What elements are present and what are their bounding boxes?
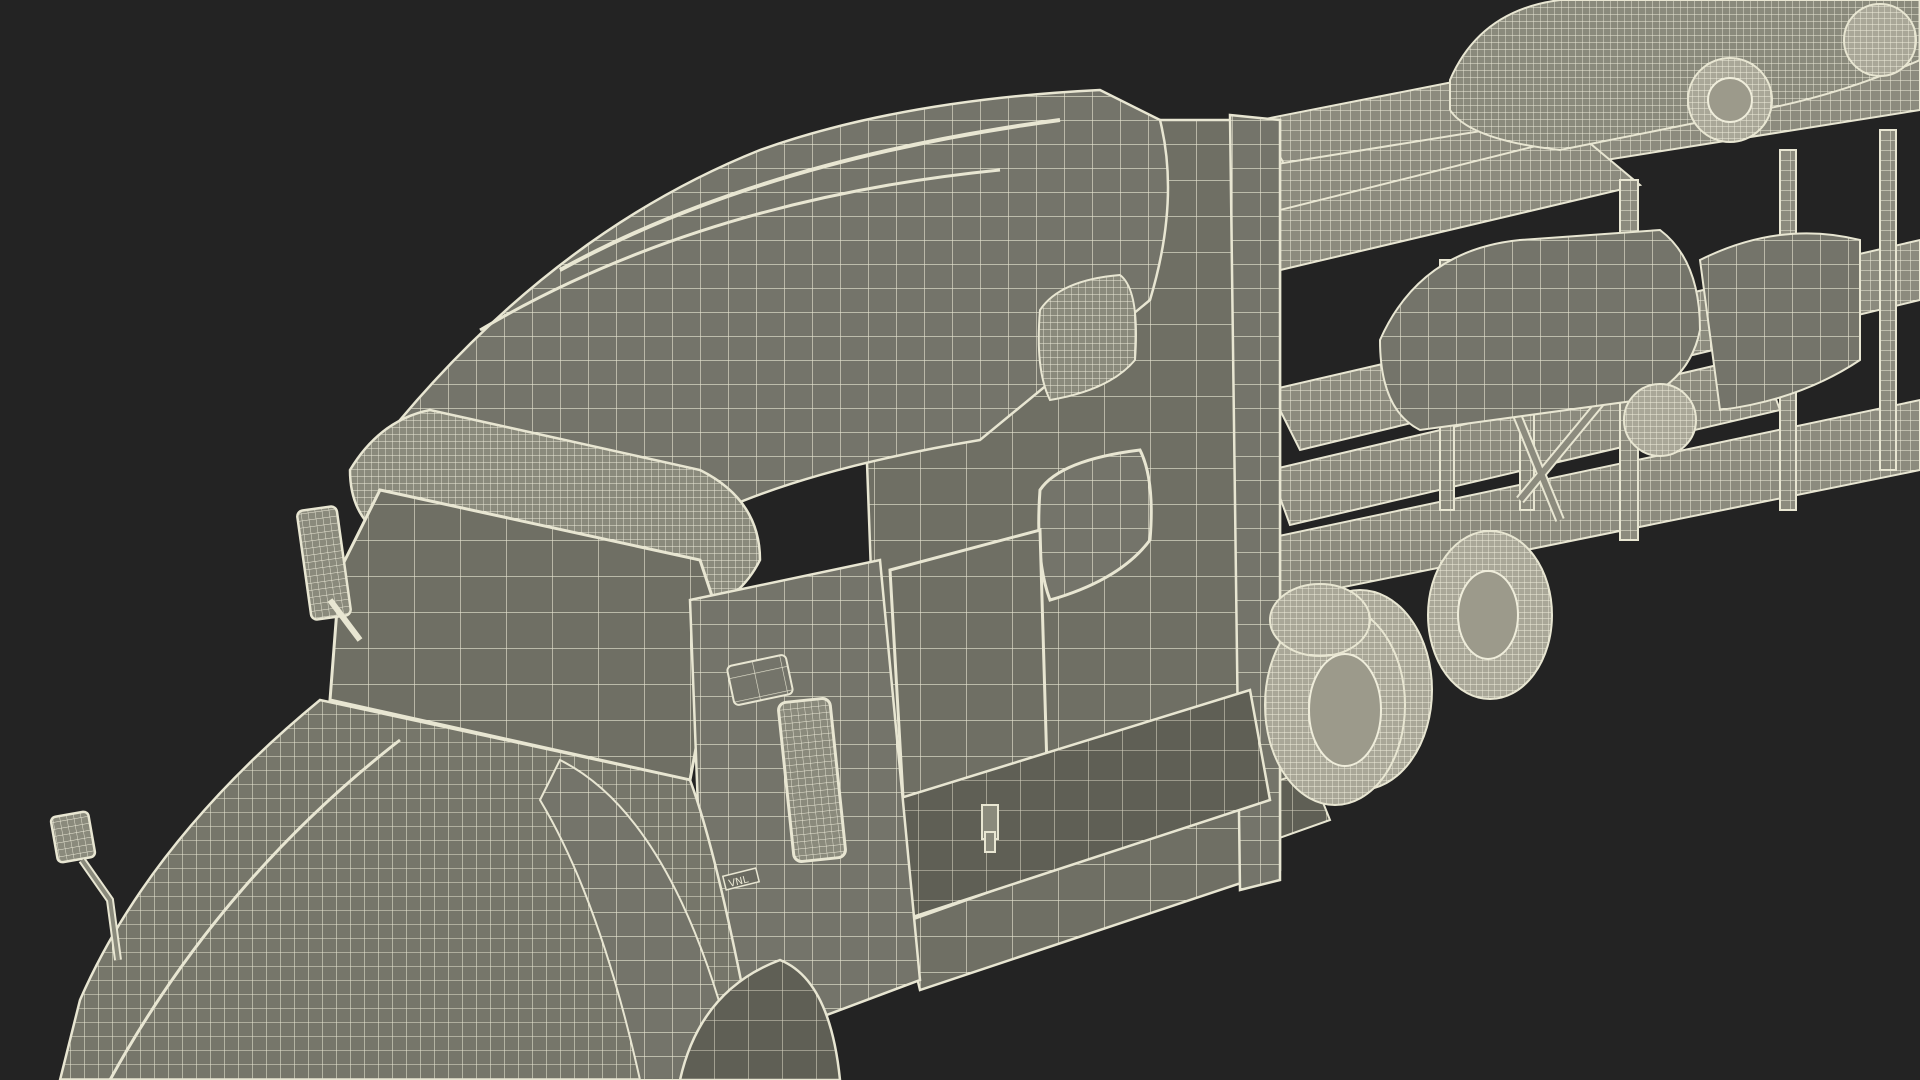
- render-viewport: VNL: [0, 0, 1920, 1080]
- wireframe-render: VNL: [49, 0, 1920, 1080]
